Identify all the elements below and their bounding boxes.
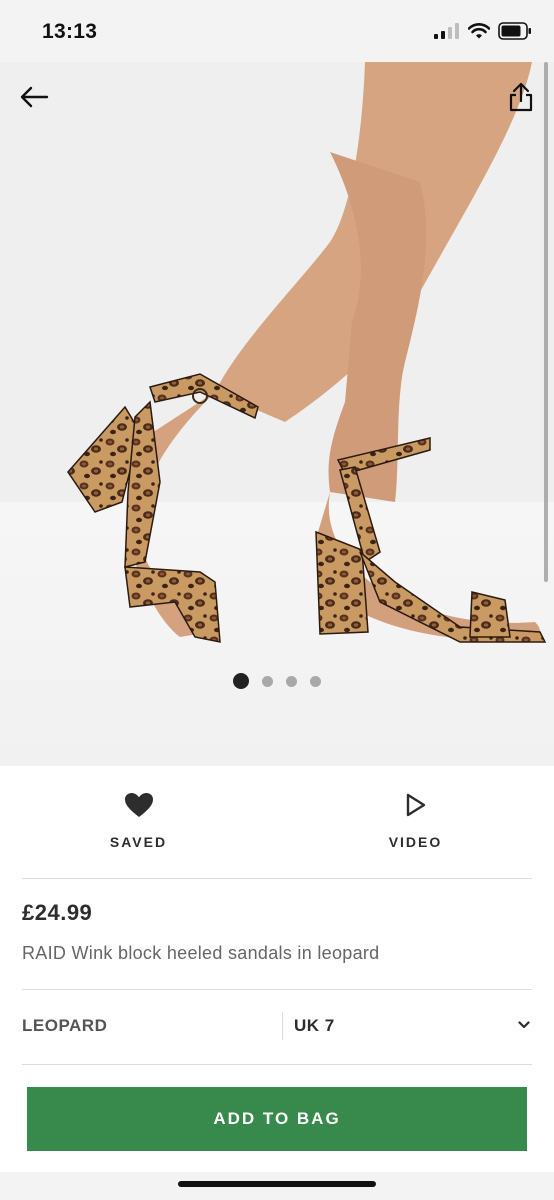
status-icons [434, 22, 532, 40]
arrow-left-icon [20, 86, 49, 108]
divider [22, 878, 532, 879]
size-selector[interactable]: UK 7 [294, 1016, 335, 1036]
gallery-dot[interactable] [262, 675, 273, 687]
add-to-bag-button[interactable]: ADD TO BAG [27, 1087, 527, 1151]
heart-icon [124, 793, 153, 817]
gallery-scrollbar[interactable] [544, 62, 548, 582]
share-button[interactable] [506, 80, 536, 114]
battery-icon [498, 22, 531, 40]
variant-selectors: LEOPARD UK 7 [0, 990, 554, 1064]
product-actions: SAVED VIDEO [0, 766, 554, 878]
wifi-icon [468, 23, 490, 39]
product-price: £24.99 [22, 900, 93, 925]
home-indicator[interactable] [178, 1181, 376, 1187]
gallery-dot[interactable] [286, 675, 297, 687]
back-button[interactable] [16, 82, 52, 112]
gallery-dot-active[interactable] [233, 673, 249, 689]
status-time: 13:13 [42, 20, 98, 43]
gallery-pagination[interactable] [0, 673, 554, 689]
divider [22, 1064, 532, 1065]
product-photo [0, 62, 554, 766]
cellular-signal-icon [434, 23, 459, 39]
saved-label: SAVED [109, 834, 168, 850]
chevron-down-icon[interactable] [518, 1020, 530, 1030]
video-button[interactable]: VIDEO [277, 766, 554, 878]
product-image-gallery[interactable] [0, 62, 554, 766]
status-bar: 13:13 [0, 0, 554, 62]
gallery-dot[interactable] [310, 675, 321, 687]
saved-button[interactable]: SAVED [0, 766, 277, 878]
video-label: VIDEO [388, 834, 443, 850]
play-icon [406, 793, 425, 817]
colour-selector[interactable]: LEOPARD [22, 1016, 107, 1036]
share-icon [509, 82, 533, 112]
product-title: RAID Wink block heeled sandals in leopar… [22, 943, 380, 963]
selector-separator [282, 1012, 283, 1040]
